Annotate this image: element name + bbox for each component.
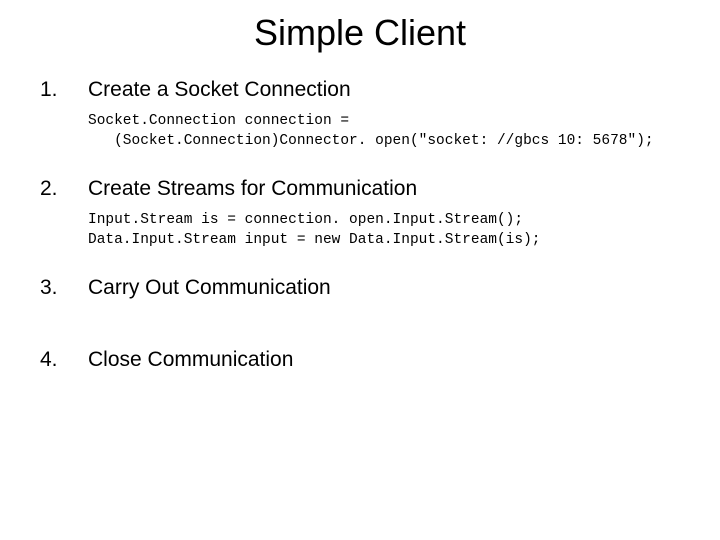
slide: Simple Client 1. Create a Socket Connect… xyxy=(0,0,720,540)
item-number: 2. xyxy=(40,177,88,201)
list-item-row: 4. Close Communication xyxy=(40,348,680,372)
item-heading: Create Streams for Communication xyxy=(88,177,417,201)
list-item: 4. Close Communication xyxy=(40,348,680,372)
item-number: 3. xyxy=(40,276,88,300)
item-heading: Close Communication xyxy=(88,348,293,372)
slide-title: Simple Client xyxy=(40,12,680,54)
item-number: 4. xyxy=(40,348,88,372)
list-item-row: 2. Create Streams for Communication xyxy=(40,177,680,201)
item-heading: Create a Socket Connection xyxy=(88,78,351,102)
code-block: Socket.Connection connection = (Socket.C… xyxy=(88,112,680,151)
code-block: Input.Stream is = connection. open.Input… xyxy=(88,211,680,250)
item-number: 1. xyxy=(40,78,88,102)
list-item: 2. Create Streams for Communication Inpu… xyxy=(40,177,680,250)
list-item-row: 3. Carry Out Communication xyxy=(40,276,680,300)
list-item: 3. Carry Out Communication xyxy=(40,276,680,300)
list-item-row: 1. Create a Socket Connection xyxy=(40,78,680,102)
list-item: 1. Create a Socket Connection Socket.Con… xyxy=(40,78,680,151)
item-heading: Carry Out Communication xyxy=(88,276,331,300)
